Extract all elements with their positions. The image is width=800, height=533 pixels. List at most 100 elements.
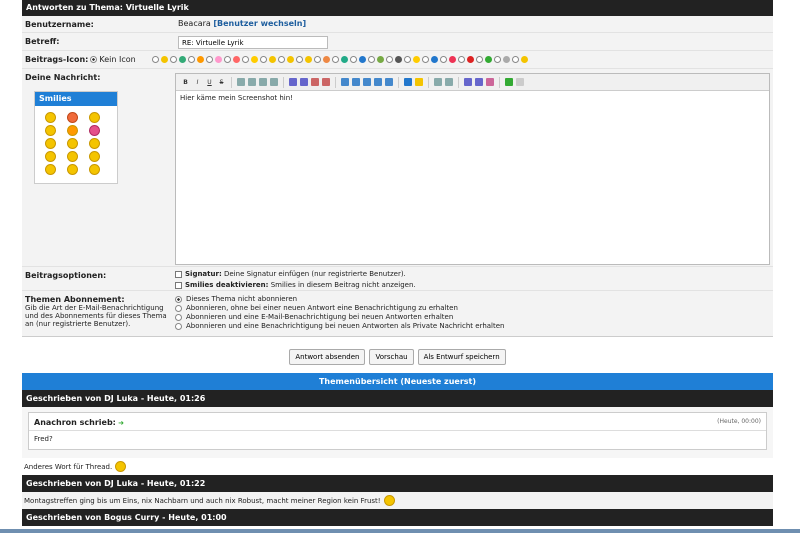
- emoticon-icon[interactable]: [415, 78, 423, 86]
- post-body: Anachron schrieb: ➜ (Heute, 00:00) Fred?: [22, 407, 773, 458]
- smilie-icon[interactable]: [67, 138, 78, 149]
- angry-smilie-icon[interactable]: [67, 112, 78, 123]
- font-size-icon[interactable]: [300, 78, 308, 86]
- expand-icon[interactable]: [505, 78, 513, 86]
- smilie-icon[interactable]: [89, 151, 100, 162]
- signature-option-title: Signatur:: [185, 270, 222, 278]
- subscription-option[interactable]: Abonnieren und eine Benachrichtigung bei…: [175, 322, 770, 330]
- subscription-option[interactable]: Abonnieren, ohne bei einer neuen Antwort…: [175, 304, 770, 312]
- subscription-label: Themen Abonnement:: [25, 295, 125, 304]
- font-color-icon[interactable]: [311, 78, 319, 86]
- email-icon[interactable]: [352, 78, 360, 86]
- icon-radio[interactable]: [205, 56, 213, 63]
- source-mode-icon[interactable]: [516, 78, 524, 86]
- username-label: Benutzername:: [25, 20, 94, 29]
- grin-icon: [286, 56, 294, 63]
- disable-smilies-text: Smilies in diesem Beitrag nicht anzeigen…: [270, 281, 416, 289]
- disable-smilies-checkbox[interactable]: [175, 281, 182, 289]
- icon-radio[interactable]: [457, 56, 465, 63]
- heart-smilie-icon[interactable]: [89, 125, 100, 136]
- icon-radio[interactable]: [169, 56, 177, 63]
- numbered-list-icon[interactable]: [445, 78, 453, 86]
- icon-radio[interactable]: [187, 56, 195, 63]
- subscription-label-wrap: Themen Abonnement: Gib die Art der E-Mai…: [22, 291, 175, 336]
- align-right-icon[interactable]: [259, 78, 267, 86]
- subscription-radio[interactable]: [175, 313, 182, 321]
- subscription-radio[interactable]: [175, 295, 182, 303]
- wink-icon: [383, 495, 395, 506]
- php-icon[interactable]: [475, 78, 483, 86]
- smilie-icon[interactable]: [89, 138, 100, 149]
- icon-radio[interactable]: [241, 56, 249, 63]
- smilie-icon[interactable]: [89, 112, 100, 123]
- bullet-list-icon[interactable]: [434, 78, 442, 86]
- icon-radio[interactable]: [493, 56, 501, 63]
- icon-radio[interactable]: [439, 56, 447, 63]
- icon-radio[interactable]: [331, 56, 339, 63]
- message-editor[interactable]: B I U S Hier käme mein Screenshot hin!: [175, 73, 770, 265]
- icon-radio[interactable]: [223, 56, 231, 63]
- message-text[interactable]: Hier käme mein Screenshot hin!: [176, 91, 769, 105]
- subscription-option-label: Abonnieren und eine Benachrichtigung bei…: [186, 322, 505, 330]
- quote-icon[interactable]: [486, 78, 494, 86]
- icon-radio[interactable]: [259, 56, 267, 63]
- align-left-icon[interactable]: [237, 78, 245, 86]
- smilie-icon[interactable]: [89, 164, 100, 175]
- icon-radio[interactable]: [421, 56, 429, 63]
- underline-button[interactable]: U: [205, 78, 214, 87]
- options-row: Beitragsoptionen: Signatur: Deine Signat…: [22, 267, 773, 291]
- username-value: Beacara: [178, 19, 211, 28]
- signature-option: Signatur: Deine Signatur einfügen (nur r…: [175, 270, 770, 278]
- subscription-radio[interactable]: [175, 304, 182, 312]
- subscription-option[interactable]: Abonnieren und eine E-Mail-Benachrichtig…: [175, 313, 770, 321]
- subject-input[interactable]: [178, 36, 328, 49]
- exclaim-smilie-icon[interactable]: [67, 125, 78, 136]
- arrow-right-icon[interactable]: ➜: [118, 419, 124, 427]
- icon-radio[interactable]: [511, 56, 519, 63]
- icon-radio[interactable]: [349, 56, 357, 63]
- preview-button[interactable]: Vorschau: [369, 349, 414, 365]
- save-draft-button[interactable]: Als Entwurf speichern: [417, 349, 506, 365]
- submit-reply-button[interactable]: Antwort absenden: [289, 349, 366, 365]
- strike-button[interactable]: S: [217, 78, 226, 87]
- image-icon[interactable]: [363, 78, 371, 86]
- quote-time: (Heute, 00:00): [717, 418, 761, 425]
- post-header: Geschrieben von DJ Luka - Heute, 01:26: [22, 390, 773, 407]
- username-row: Benutzername: Beacara [Benutzer wechseln…: [22, 16, 773, 33]
- unlink-icon[interactable]: [385, 78, 393, 86]
- icon-radio[interactable]: [403, 56, 411, 63]
- form-title: Antworten zu Thema: Virtuelle Lyrik: [22, 0, 773, 16]
- subscription-option[interactable]: Dieses Thema nicht abonnieren: [175, 295, 770, 303]
- no-icon-radio[interactable]: [90, 56, 98, 63]
- remove-format-icon[interactable]: [322, 78, 330, 86]
- link-icon[interactable]: [341, 78, 349, 86]
- smilies-panel: Smilies: [34, 91, 118, 184]
- video-icon[interactable]: [374, 78, 382, 86]
- toolbar-divider: [335, 76, 336, 88]
- subscription-description: Gib die Art der E-Mail-Benachrichtigung …: [25, 304, 167, 328]
- icon-radio[interactable]: [295, 56, 303, 63]
- smilie-icon[interactable]: [67, 164, 78, 175]
- icon-radio[interactable]: [475, 56, 483, 63]
- signature-checkbox[interactable]: [175, 270, 182, 278]
- align-center-icon[interactable]: [248, 78, 256, 86]
- icon-radio[interactable]: [277, 56, 285, 63]
- smilie-icon[interactable]: [45, 138, 56, 149]
- align-justify-icon[interactable]: [270, 78, 278, 86]
- bold-button[interactable]: B: [181, 78, 190, 87]
- smilie-icon[interactable]: [67, 151, 78, 162]
- icon-radio[interactable]: [151, 56, 159, 63]
- italic-button[interactable]: I: [193, 78, 202, 87]
- smilie-icon[interactable]: [45, 164, 56, 175]
- code-icon[interactable]: [464, 78, 472, 86]
- subscription-radio[interactable]: [175, 322, 182, 330]
- switch-user-link[interactable]: [Benutzer wechseln]: [213, 19, 306, 28]
- smilie-icon[interactable]: [45, 151, 56, 162]
- smilie-icon[interactable]: [45, 125, 56, 136]
- icon-radio[interactable]: [367, 56, 375, 63]
- icon-radio[interactable]: [313, 56, 321, 63]
- table-icon[interactable]: [404, 78, 412, 86]
- icon-radio[interactable]: [385, 56, 393, 63]
- smilie-icon[interactable]: [45, 112, 56, 123]
- font-icon[interactable]: [289, 78, 297, 86]
